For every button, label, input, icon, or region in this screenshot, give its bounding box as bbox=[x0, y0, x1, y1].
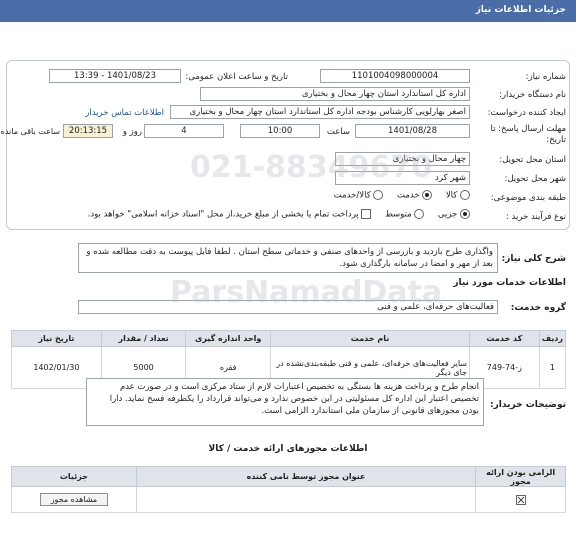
announce-field: 1401/08/23 - 13:39 bbox=[49, 69, 181, 83]
services-table-header: ردیف کد خدمت نام خدمت واحد اندازه گیری ت… bbox=[11, 330, 567, 347]
col-qty: تعداد / مقدار bbox=[100, 330, 187, 347]
col-code: کد خدمت bbox=[468, 330, 540, 347]
description-box: واگذاری طرح بازدید و بازرسی از واحدهای ص… bbox=[78, 243, 498, 273]
city-label: شهر محل تحویل: bbox=[504, 174, 566, 184]
payment-note: پرداخت تمام یا بخشی از مبلغ خرید،از محل … bbox=[87, 209, 359, 220]
creator-field: اصغر بهارلویی کارشناس بودجه اداره کل است… bbox=[170, 105, 470, 119]
category-radio-service[interactable] bbox=[422, 190, 433, 200]
col-details: جزئیات bbox=[11, 466, 137, 487]
buyer-label: نام دستگاه خریدار: bbox=[499, 90, 566, 100]
service-group-label: گروه خدمت: bbox=[510, 303, 566, 313]
services-title: اطلاعات خدمات مورد نیاز bbox=[453, 278, 566, 288]
permits-table-header: الزامی بودن ارائه مجوز عنوان مجوز توسط ن… bbox=[11, 466, 566, 487]
category-option-service: خدمت bbox=[396, 190, 420, 201]
buyer-field: اداره کل استاندارد استان چهار محال و بخت… bbox=[200, 87, 470, 101]
category-option-goods-service: کالا/خدمت bbox=[333, 190, 371, 201]
x-icon bbox=[517, 496, 524, 503]
treasury-checkbox[interactable] bbox=[361, 209, 372, 219]
process-option-minor: جزیی bbox=[437, 209, 458, 220]
category-radio-goods[interactable] bbox=[460, 190, 470, 200]
province-field: چهار محال و بختیاری bbox=[335, 152, 470, 166]
page-title: جزئیات اطلاعات نیاز bbox=[475, 5, 566, 15]
buyer-notes-label: توضیحات خریدار: bbox=[490, 400, 566, 410]
province-label: استان محل تحویل: bbox=[499, 155, 566, 165]
remaining-time-field: 20:13:15 bbox=[63, 124, 113, 138]
permit-title-cell bbox=[135, 486, 477, 513]
process-radio-minor[interactable] bbox=[460, 209, 470, 219]
info-panel bbox=[6, 60, 570, 230]
permit-row: مشاهده مجوز bbox=[11, 486, 566, 513]
need-number-label: شماره نیاز: bbox=[525, 72, 566, 82]
process-label: نوع فرآیند خرید : bbox=[505, 212, 566, 222]
page-header: جزئیات اطلاعات نیاز bbox=[0, 0, 576, 22]
permit-required-checkbox[interactable] bbox=[515, 494, 526, 505]
time-label: ساعت bbox=[326, 127, 350, 137]
time-field: 10:00 bbox=[240, 124, 320, 138]
city-field: شهر کرد bbox=[335, 171, 470, 185]
col-row: ردیف bbox=[538, 330, 567, 347]
category-radio-group: کالا خدمت کالا/خدمت bbox=[334, 190, 470, 201]
deadline-date-field: 1401/08/28 bbox=[355, 124, 470, 138]
deadline-date-label: تاریخ: bbox=[546, 135, 566, 145]
need-number-field: 1101004098000004 bbox=[320, 69, 470, 83]
permit-details-cell: مشاهده مجوز bbox=[11, 486, 137, 513]
col-date: تاریخ نیاز bbox=[11, 330, 102, 347]
description-label: شرح کلی نیاز: bbox=[501, 254, 566, 264]
service-group-field: فعالیت‌های حرفه‌ای، علمی و فنی bbox=[78, 300, 498, 314]
buyer-notes-box: انجام طرح و پرداخت هزینه ها بستگی به تخص… bbox=[86, 378, 484, 426]
category-option-goods: کالا bbox=[445, 190, 458, 201]
category-label: طبقه بندی موضوعی: bbox=[490, 193, 566, 203]
process-radio-group: جزیی متوسط پرداخت تمام یا بخشی از مبلغ خ… bbox=[88, 209, 470, 220]
process-option-medium: متوسط bbox=[384, 209, 412, 220]
cell-row: 1 bbox=[538, 346, 567, 389]
view-permit-button[interactable]: مشاهده مجوز bbox=[39, 493, 109, 506]
creator-label: ایجاد کننده درخواست: bbox=[487, 108, 566, 118]
days-label: روز و bbox=[122, 127, 142, 137]
days-field: 4 bbox=[144, 124, 224, 138]
category-radio-goods-service[interactable] bbox=[373, 190, 384, 200]
deadline-label: مهلت ارسال پاسخ: تا bbox=[490, 124, 566, 134]
permits-title: اطلاعات مجوزهای ارائه خدمت / کالا bbox=[208, 444, 368, 454]
process-radio-medium[interactable] bbox=[414, 209, 425, 219]
announce-label: تاریخ و ساعت اعلان عمومی: bbox=[185, 72, 288, 82]
col-name: نام خدمت bbox=[269, 330, 470, 347]
col-permit-title: عنوان مجوز توسط نامی کننده bbox=[135, 466, 477, 487]
remaining-label: ساعت باقی مانده bbox=[0, 127, 60, 136]
col-unit: واحد اندازه گیری bbox=[185, 330, 271, 347]
col-required: الزامی بودن ارائه مجوز bbox=[475, 466, 566, 487]
permits-table: الزامی بودن ارائه مجوز عنوان مجوز توسط ن… bbox=[11, 466, 566, 513]
contact-info-link[interactable]: اطلاعات تماس خریدار bbox=[85, 108, 164, 118]
permit-required-cell bbox=[475, 486, 566, 513]
